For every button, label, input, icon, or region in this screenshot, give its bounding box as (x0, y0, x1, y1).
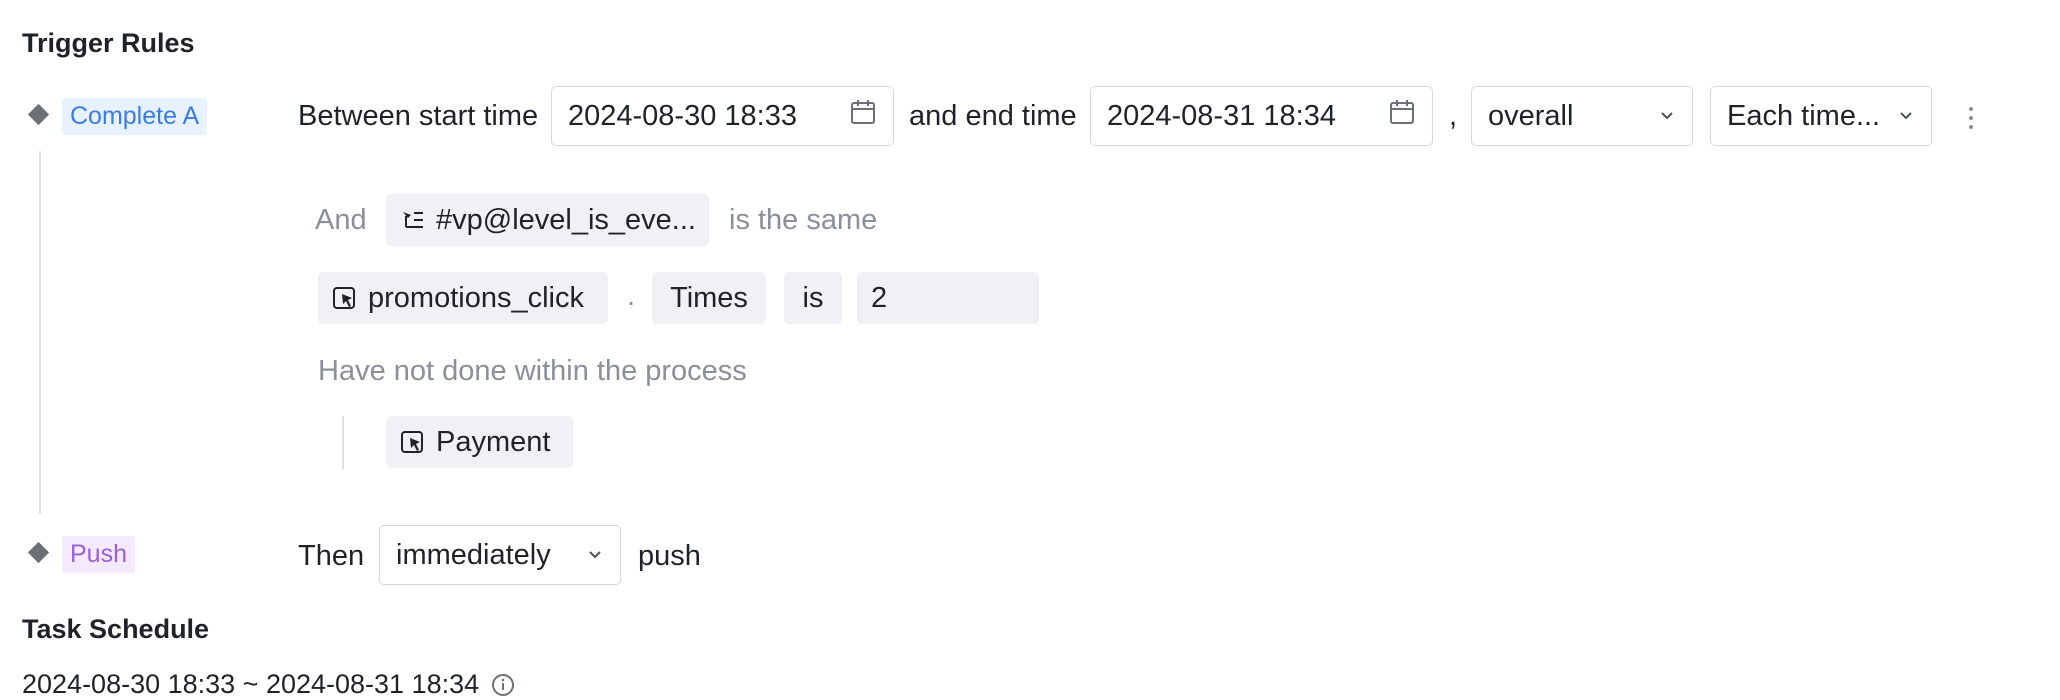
exclusion-connector-line (342, 416, 344, 469)
start-time-value: 2024-08-30 18:33 (568, 99, 797, 132)
metric-chip-label: Times (670, 281, 748, 314)
excluded-event-chip[interactable]: Payment (386, 416, 573, 468)
end-time-picker[interactable]: 2024-08-31 18:34 (1090, 86, 1433, 146)
value-input-text: 2 (871, 281, 888, 314)
between-start-label: Between start time (298, 100, 539, 132)
property-tree-icon (400, 207, 426, 233)
more-vertical-icon[interactable] (1968, 107, 1974, 129)
property-chip-label: #vp@level_is_eve... (436, 203, 696, 236)
event-cursor-icon (400, 429, 426, 455)
frequency-select[interactable]: Each time... (1710, 86, 1932, 146)
calendar-icon (849, 98, 877, 134)
is-the-same-label: is the same (729, 204, 878, 236)
comma-separator: , (1449, 100, 1458, 132)
metric-chip[interactable]: Times (652, 272, 766, 324)
frequency-select-value: Each time... (1727, 99, 1881, 132)
chevron-down-icon (586, 539, 604, 572)
not-done-label: Have not done within the process (318, 355, 747, 387)
excluded-event-label: Payment (436, 425, 551, 458)
event-chip[interactable]: promotions_click (318, 272, 608, 324)
property-chip[interactable]: #vp@level_is_eve... (386, 194, 709, 246)
end-time-value: 2024-08-31 18:34 (1107, 99, 1336, 132)
calendar-icon (1388, 98, 1416, 134)
value-input[interactable]: 2 (857, 272, 1039, 324)
schedule-range-text: 2024-08-30 18:33 ~ 2024-08-31 18:34 (22, 669, 480, 699)
chevron-down-icon (1658, 100, 1676, 133)
info-icon[interactable] (491, 673, 515, 697)
scope-select-value: overall (1488, 99, 1574, 132)
operator-chip[interactable]: is (784, 272, 842, 324)
start-time-picker[interactable]: 2024-08-30 18:33 (551, 86, 894, 146)
push-tag: Push (62, 536, 135, 573)
push-label: push (638, 540, 701, 572)
event-cursor-icon (332, 285, 358, 311)
end-time-label: and end time (909, 100, 1077, 132)
scope-select[interactable]: overall (1471, 86, 1693, 146)
dot-separator: . (627, 280, 636, 312)
and-label: And (315, 204, 367, 236)
task-schedule-range: 2024-08-30 18:33 ~ 2024-08-31 18:34 (22, 669, 515, 700)
operator-chip-label: is (802, 281, 824, 314)
timing-select[interactable]: immediately (379, 525, 621, 585)
event-chip-label: promotions_click (368, 281, 584, 314)
step-diamond-icon (27, 103, 50, 126)
then-label: Then (298, 540, 365, 572)
timing-select-value: immediately (396, 538, 551, 571)
step-diamond-icon (27, 541, 50, 564)
task-schedule-title: Task Schedule (22, 614, 210, 644)
flow-connector-line (39, 151, 41, 514)
complete-a-tag: Complete A (62, 98, 208, 135)
trigger-rules-title: Trigger Rules (22, 28, 195, 58)
chevron-down-icon (1897, 100, 1915, 133)
